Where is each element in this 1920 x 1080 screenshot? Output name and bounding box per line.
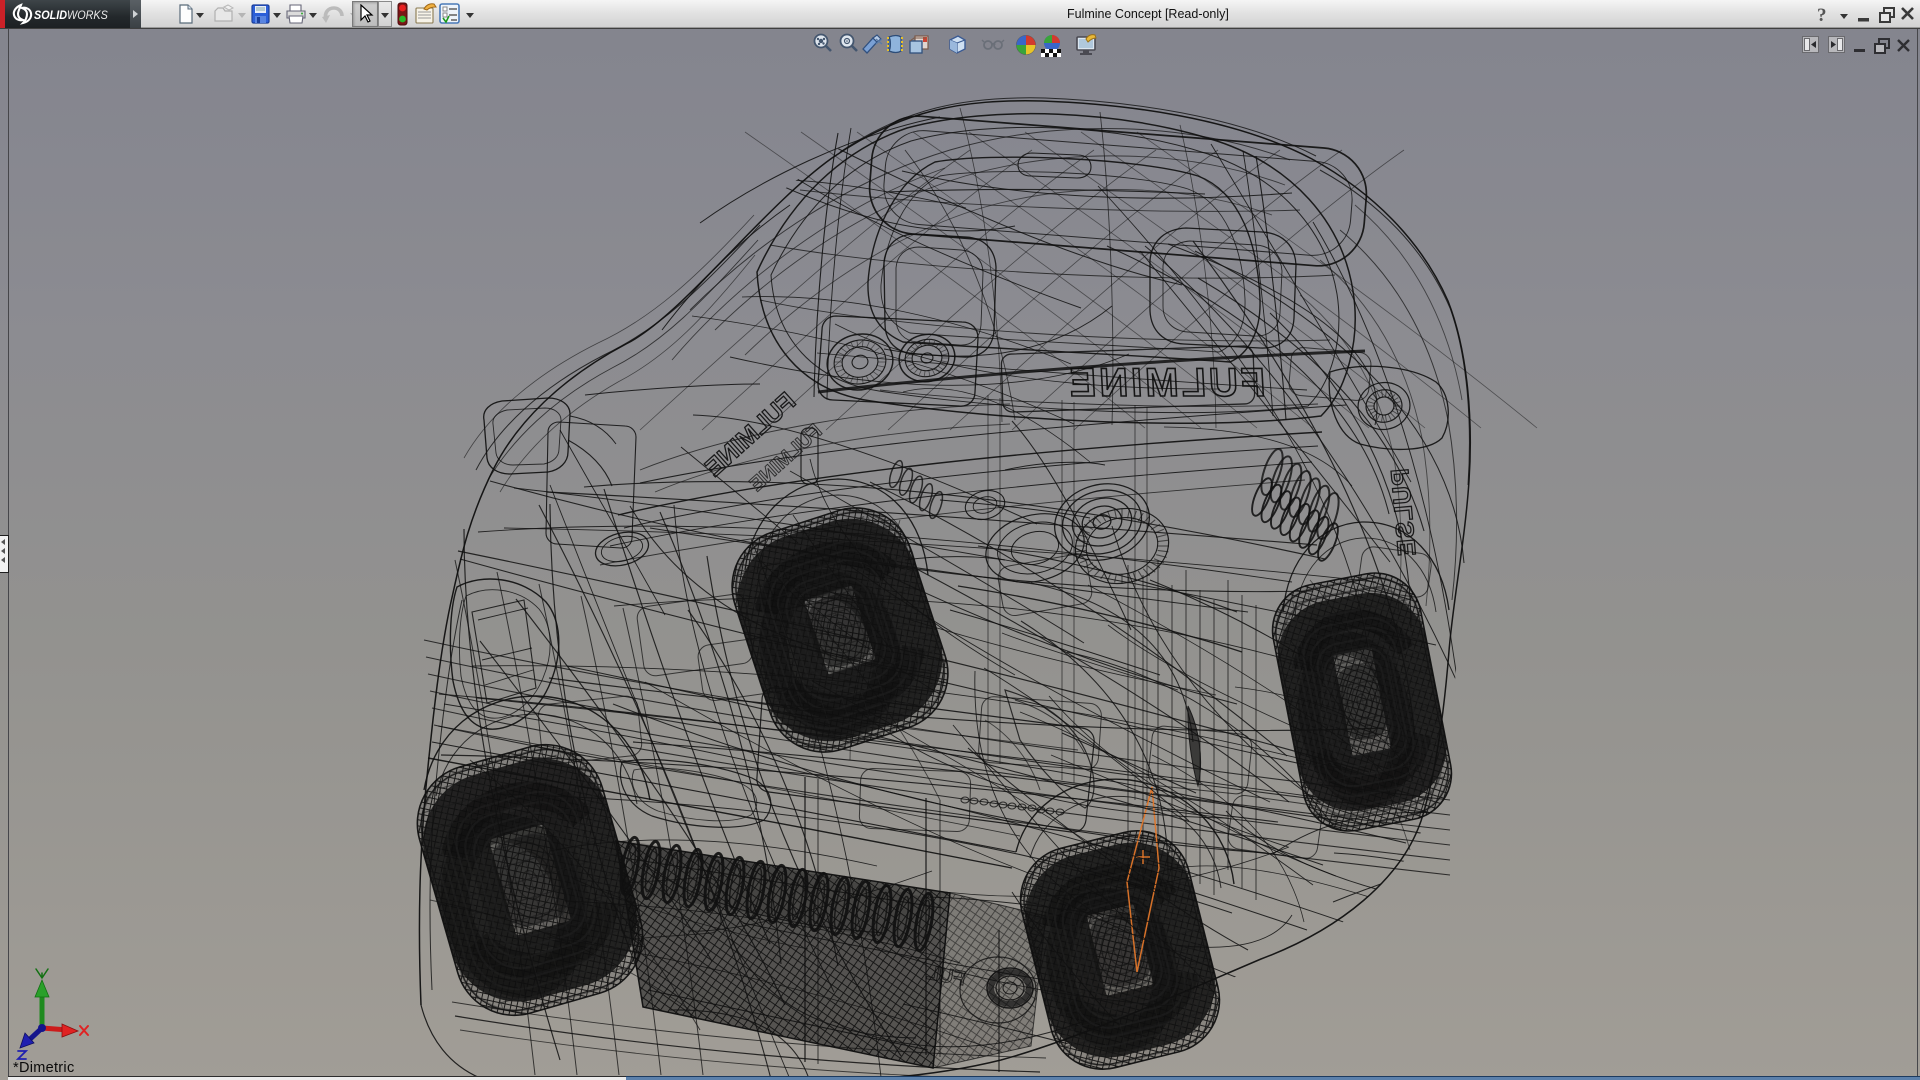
svg-text:PULSE: PULSE [1386,467,1422,557]
svg-text:?: ? [1817,5,1827,24]
